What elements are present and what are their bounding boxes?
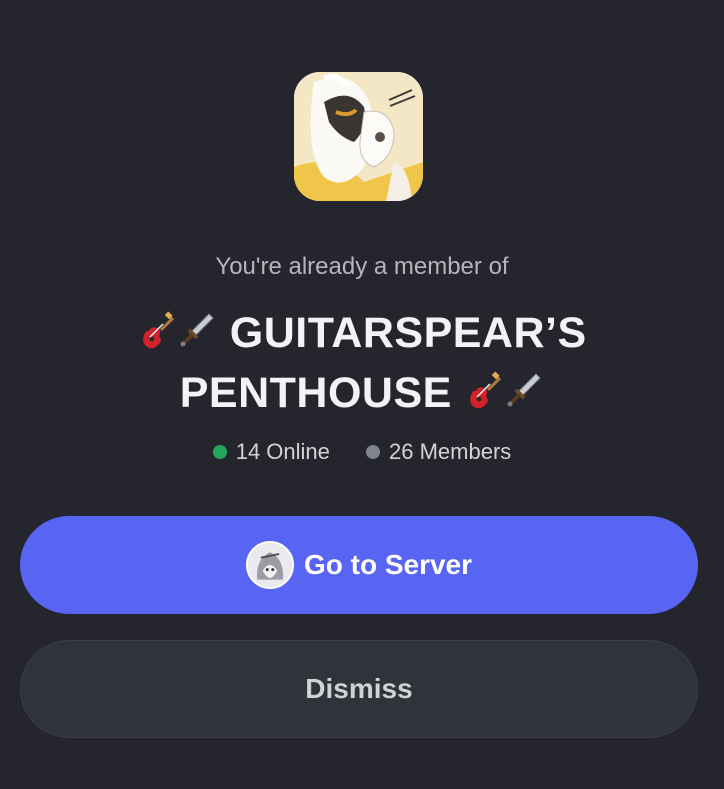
server-avatar bbox=[294, 72, 423, 201]
member-count: 26 Members bbox=[366, 438, 511, 466]
members-label: 26 Members bbox=[389, 439, 512, 464]
dagger-emoji bbox=[506, 367, 542, 407]
server-name-line2: PENTHOUSE bbox=[179, 369, 452, 417]
dismiss-button[interactable]: Dismiss bbox=[20, 640, 698, 738]
guitar-emoji bbox=[139, 307, 175, 349]
server-mini-avatar-icon bbox=[245, 541, 294, 589]
online-status-icon bbox=[212, 445, 227, 459]
go-to-server-label: Go to Server bbox=[303, 549, 473, 580]
members-status-icon bbox=[366, 445, 381, 459]
guitar-emoji bbox=[466, 367, 502, 409]
online-count: 14 Online bbox=[212, 438, 330, 466]
server-stats: 14 Online 26 Members bbox=[0, 438, 724, 466]
dismiss-label: Dismiss bbox=[305, 673, 413, 704]
server-name-line1: GUITARSPEAR’S bbox=[229, 309, 587, 357]
dagger-emoji bbox=[179, 307, 215, 347]
go-to-server-button[interactable]: Go to Server bbox=[20, 516, 698, 614]
online-label: 14 Online bbox=[235, 439, 330, 464]
already-member-text: You're already a member of bbox=[215, 253, 509, 280]
server-name: GUITARSPEAR’S PENTHOUSE bbox=[60, 303, 664, 423]
